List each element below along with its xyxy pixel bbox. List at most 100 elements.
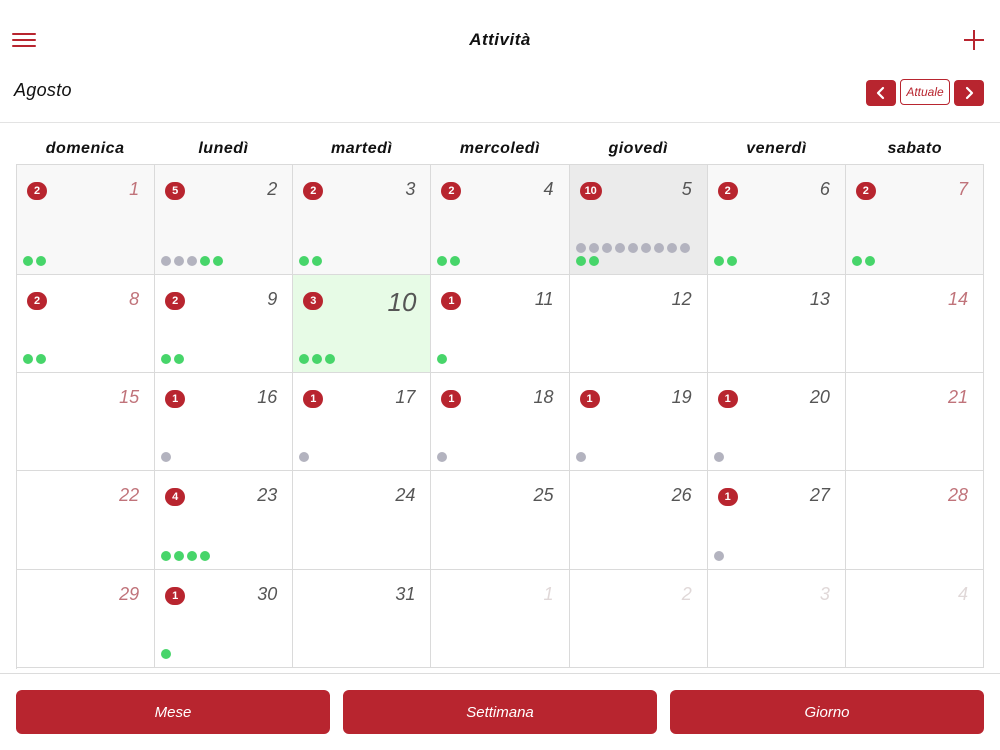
day-cell[interactable]: 1 30 <box>155 570 294 668</box>
add-icon[interactable] <box>962 28 986 52</box>
day-cell[interactable]: 27 <box>845 165 984 275</box>
day-cell[interactable]: 10 5 <box>569 165 708 275</box>
day-cell[interactable]: 25 <box>431 471 570 570</box>
weekday-label: mercoledì <box>459 140 540 157</box>
day-cell[interactable]: 12 <box>569 275 708 373</box>
event-count-badge: 1 <box>717 488 738 506</box>
event-count-badge: 1 <box>165 587 186 605</box>
weekday-label: sabato <box>887 140 943 157</box>
event-count-badge: 2 <box>27 292 47 310</box>
next-month-button[interactable] <box>954 80 984 106</box>
day-cell[interactable]: 26 <box>569 471 708 570</box>
pending-event-dot <box>653 243 664 253</box>
weekday-label: martedì <box>331 140 393 157</box>
day-number: 14 <box>947 289 968 309</box>
day-number: 6 <box>819 179 830 199</box>
previous-month-button[interactable] <box>866 80 896 106</box>
day-cell[interactable]: 24 <box>293 471 432 570</box>
day-cell[interactable]: 4 <box>845 570 984 668</box>
event-count-badge: 1 <box>441 390 462 408</box>
event-dots <box>161 354 289 367</box>
event-count-badge: 1 <box>441 292 462 310</box>
day-cell[interactable]: 1 20 <box>707 373 846 471</box>
event-count-badge: 2 <box>27 182 47 200</box>
event-count-badge: 3 <box>303 292 324 310</box>
day-cell[interactable]: 4 23 <box>155 471 294 570</box>
view-switcher: Mese Settimana Giorno <box>0 673 1000 750</box>
day-cell[interactable]: 14 <box>845 275 984 373</box>
completed-event-dot <box>36 354 46 364</box>
day-number: 5 <box>681 179 692 199</box>
event-count-badge: 2 <box>717 182 738 200</box>
completed-event-dot <box>437 256 448 266</box>
day-number: 28 <box>947 485 968 505</box>
day-cell[interactable]: 1 17 <box>293 373 432 471</box>
event-dots <box>23 354 151 367</box>
pending-event-dot <box>614 243 625 253</box>
month-label: Agosto <box>14 80 72 100</box>
weekday-header: domenica lunedì martedì mercoledì gioved… <box>16 140 984 162</box>
weekday-label: venerdì <box>746 140 807 157</box>
day-cell[interactable]: 1 27 <box>707 471 846 570</box>
day-cell[interactable]: 52 <box>155 165 294 275</box>
today-button[interactable]: Attuale <box>900 79 950 105</box>
day-cell[interactable]: 29 <box>17 570 156 668</box>
event-count-badge: 4 <box>165 488 186 506</box>
event-count-badge: 1 <box>579 390 600 408</box>
day-cell[interactable]: 1 18 <box>431 373 570 471</box>
day-cell[interactable]: 1 11 <box>431 275 570 373</box>
completed-event-dot <box>36 256 46 266</box>
day-cell[interactable]: 1 19 <box>569 373 708 471</box>
completed-event-dot <box>23 354 33 364</box>
completed-event-dot <box>726 256 737 266</box>
day-view-button[interactable]: Giorno <box>670 690 984 734</box>
day-number: 31 <box>395 584 416 604</box>
day-number: 20 <box>809 387 830 407</box>
week-view-button[interactable]: Settimana <box>343 690 657 734</box>
pending-event-dot <box>575 243 586 253</box>
event-count-badge: 1 <box>303 390 324 408</box>
day-cell[interactable]: 29 <box>155 275 294 373</box>
day-number: 18 <box>533 387 554 407</box>
completed-event-dot <box>575 256 586 266</box>
day-cell[interactable]: 28 <box>845 471 984 570</box>
day-number: 21 <box>947 387 968 407</box>
completed-event-dot <box>200 256 211 266</box>
event-dots <box>161 256 289 269</box>
day-number: 19 <box>671 387 692 407</box>
day-cell[interactable]: 26 <box>707 165 846 275</box>
event-dots <box>161 649 289 662</box>
day-cell[interactable]: 24 <box>431 165 570 275</box>
day-cell[interactable]: 2 <box>569 570 708 668</box>
day-cell[interactable]: 3 10 <box>293 275 432 373</box>
pending-event-dot <box>713 452 724 462</box>
weekday-label: domenica <box>45 140 125 157</box>
day-cell[interactable]: 15 <box>17 373 156 471</box>
event-dots <box>575 243 704 269</box>
day-cell[interactable]: 21 <box>845 373 984 471</box>
day-number: 25 <box>533 485 554 505</box>
completed-event-dot <box>299 256 310 266</box>
completed-event-dot <box>437 354 448 364</box>
day-number: 4 <box>543 179 554 199</box>
pending-event-dot <box>666 243 677 253</box>
day-cell[interactable]: 28 <box>17 275 156 373</box>
day-cell[interactable]: 13 <box>707 275 846 373</box>
event-dots <box>161 452 289 465</box>
event-dots <box>299 256 427 269</box>
day-cell[interactable]: 23 <box>293 165 432 275</box>
day-cell[interactable]: 1 16 <box>155 373 294 471</box>
day-number: 12 <box>671 289 692 309</box>
day-cell[interactable]: 21 <box>17 165 156 275</box>
day-cell[interactable]: 1 <box>431 570 570 668</box>
event-dots <box>851 256 980 269</box>
completed-event-dot <box>312 256 323 266</box>
month-view-button[interactable]: Mese <box>16 690 330 734</box>
day-cell[interactable]: 31 <box>293 570 432 668</box>
day-number: 9 <box>267 289 278 309</box>
day-cell[interactable]: 22 <box>17 471 156 570</box>
day-cell[interactable]: 3 <box>707 570 846 668</box>
event-count-badge: 1 <box>717 390 738 408</box>
day-number: 24 <box>395 485 416 505</box>
completed-event-dot <box>213 256 224 266</box>
